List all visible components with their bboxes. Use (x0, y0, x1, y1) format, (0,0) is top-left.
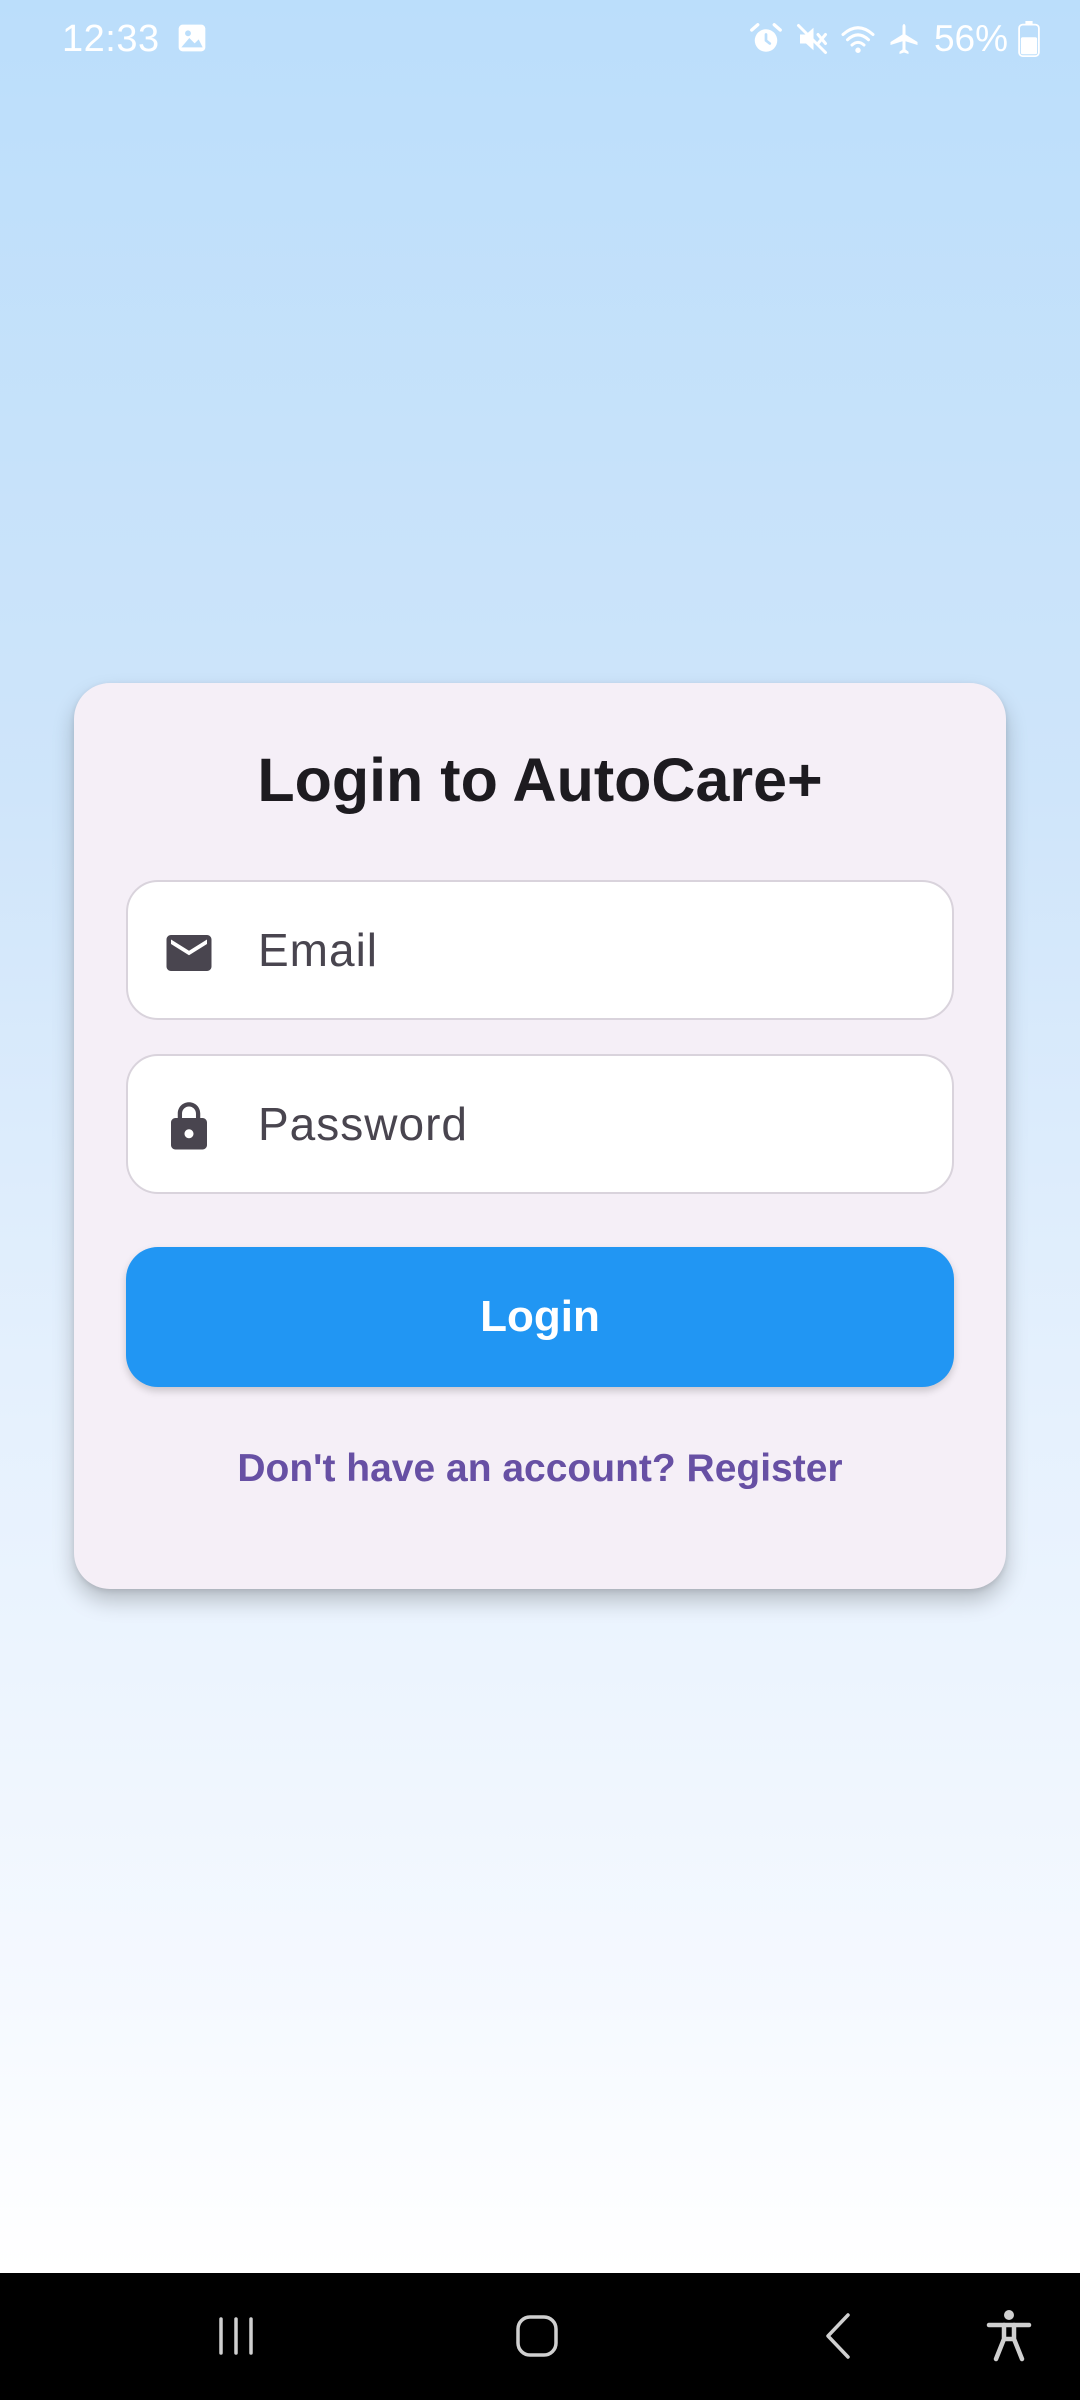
login-title: Login to AutoCare+ (257, 746, 823, 814)
home-icon[interactable] (504, 2303, 570, 2369)
alarm-icon (750, 23, 782, 52)
mute-icon (796, 24, 827, 54)
password-input[interactable] (258, 1056, 918, 1192)
login-button[interactable]: Login (126, 1247, 954, 1387)
wifi-icon (841, 26, 875, 53)
gallery-icon (178, 24, 206, 52)
status-icons: 56% (748, 16, 1040, 62)
lock-icon (171, 1102, 207, 1150)
email-icon (166, 935, 212, 971)
battery-icon (1018, 21, 1040, 57)
airplane-mode-icon (890, 24, 918, 54)
navigation-bar (0, 2273, 1080, 2400)
battery-percent: 56% (933, 18, 1008, 59)
app-screen: 12:33 56% Login to AutoCare+ Email Login… (0, 0, 1080, 2273)
register-link[interactable]: Don't have an account? Register (74, 1447, 1006, 1491)
status-bar: 12:33 56% (0, 0, 1080, 80)
back-icon[interactable] (806, 2303, 872, 2369)
accessibility-icon[interactable] (976, 2303, 1042, 2369)
recents-icon[interactable] (203, 2303, 269, 2369)
email-input[interactable] (258, 882, 918, 1018)
password-field[interactable] (126, 1054, 954, 1194)
status-time: 12:33 (62, 18, 160, 60)
email-field[interactable] (126, 880, 954, 1020)
login-card: Login to AutoCare+ Login Don't have an a… (74, 683, 1006, 1589)
